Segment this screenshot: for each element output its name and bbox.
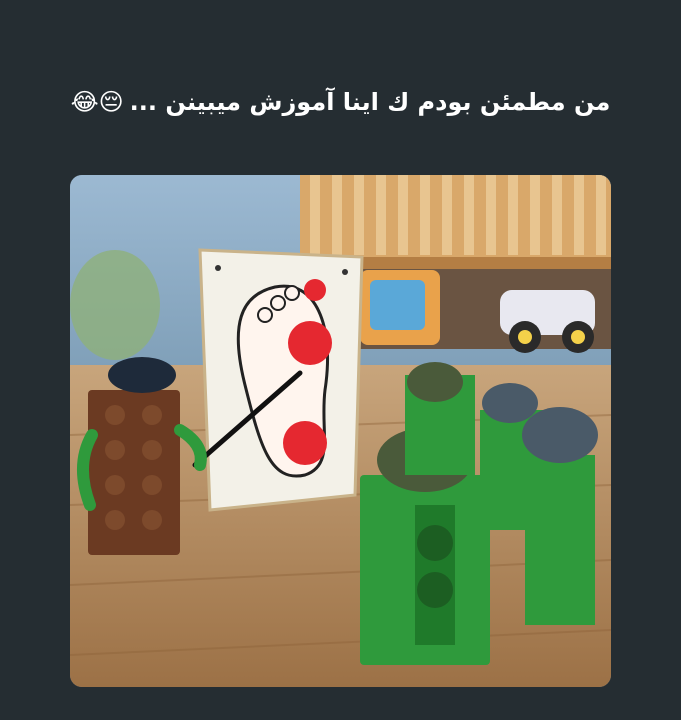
post-image[interactable] bbox=[70, 175, 611, 687]
post-caption: من مطمئن بودم ك اینا آموزش میبینن ... 😔😂 bbox=[0, 88, 681, 116]
lego-soldiers-foot-chart-photo bbox=[70, 175, 611, 687]
caption-emojis: 😔😂 bbox=[70, 88, 124, 116]
caption-text: من مطمئن بودم ك اینا آموزش میبینن ... bbox=[129, 88, 611, 116]
